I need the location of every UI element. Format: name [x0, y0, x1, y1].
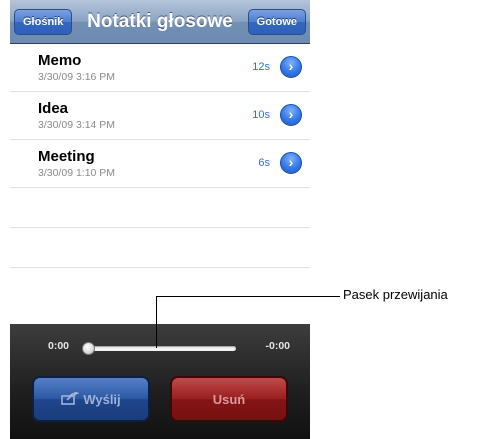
delete-button[interactable]: Usuń [170, 376, 288, 422]
recording-duration: 6s [258, 157, 270, 169]
callout-line [156, 296, 157, 348]
recording-title: Idea [38, 100, 69, 117]
list-item[interactable]: Meeting 3/30/09 1:10 PM 6s › [10, 140, 310, 188]
navigation-bar: Głośnik Notatki głosowe Gotowe [10, 0, 310, 44]
share-label: Wyślij [83, 392, 121, 407]
recording-date: 3/30/09 3:14 PM [38, 119, 116, 131]
share-button[interactable]: Wyślij [32, 376, 150, 422]
done-button[interactable]: Gotowe [247, 9, 306, 35]
recording-title: Memo [38, 52, 82, 69]
scrub-knob[interactable] [82, 342, 95, 355]
share-icon [61, 379, 80, 423]
recording-duration: 10s [252, 109, 270, 121]
recordings-list: Memo 3/30/09 3:16 PM 12s › Idea 3/30/09 … [10, 44, 310, 268]
recording-date: 3/30/09 3:16 PM [38, 71, 116, 83]
scrub-bar[interactable] [82, 342, 236, 355]
list-item[interactable]: Memo 3/30/09 3:16 PM 12s › [10, 44, 310, 92]
empty-list-row [10, 188, 310, 228]
player-panel: 0:00 -0:00 Wyślij Usuń [10, 324, 310, 439]
recording-date: 3/30/09 1:10 PM [38, 167, 116, 179]
recording-title: Meeting [38, 148, 95, 165]
callout-line [156, 296, 340, 297]
voice-memos-screen: Głośnik Notatki głosowe Gotowe Memo 3/30… [10, 0, 310, 439]
list-item[interactable]: Idea 3/30/09 3:14 PM 10s › [10, 92, 310, 140]
time-elapsed: 0:00 [48, 340, 70, 352]
chevron-right-icon[interactable]: › [280, 56, 302, 78]
chevron-right-icon[interactable]: › [280, 104, 302, 126]
time-remaining: -0:00 [265, 340, 290, 352]
empty-list-row [10, 228, 310, 268]
recording-duration: 12s [252, 61, 270, 73]
callout-label: Pasek przewijania [343, 287, 448, 302]
speaker-button[interactable]: Głośnik [14, 9, 73, 35]
chevron-right-icon[interactable]: › [280, 152, 302, 174]
